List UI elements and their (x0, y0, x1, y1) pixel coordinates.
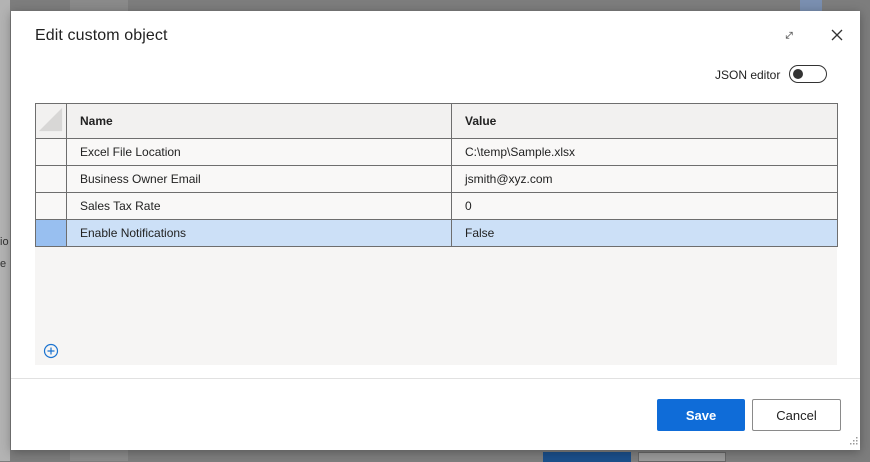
name-cell[interactable]: Enable Notifications (66, 219, 452, 247)
footer-divider (11, 378, 860, 379)
dialog-title: Edit custom object (35, 27, 168, 44)
background-panel (0, 0, 10, 461)
json-editor-label: JSON editor (715, 68, 781, 82)
table-row[interactable]: Sales Tax Rate 0 (35, 192, 838, 220)
column-header-value[interactable]: Value (451, 103, 838, 139)
table-row[interactable]: Business Owner Email jsmith@xyz.com (35, 165, 838, 193)
toggle-knob (793, 69, 803, 79)
properties-grid-area: Name Value Excel File Location C:\temp\S… (35, 103, 838, 365)
background-text-fragment: e (0, 258, 7, 270)
row-selector[interactable] (35, 219, 67, 247)
value-cell[interactable]: C:\temp\Sample.xlsx (451, 138, 838, 166)
json-editor-toggle[interactable] (789, 65, 827, 83)
properties-grid: Name Value Excel File Location C:\temp\S… (35, 103, 838, 247)
close-icon[interactable] (829, 27, 845, 43)
select-all-corner[interactable] (35, 103, 67, 139)
save-button[interactable]: Save (657, 399, 745, 431)
value-cell[interactable]: False (451, 219, 838, 247)
name-cell[interactable]: Business Owner Email (66, 165, 452, 193)
cancel-button[interactable]: Cancel (752, 399, 841, 431)
row-selector[interactable] (35, 138, 67, 166)
grid-header-row: Name Value (35, 103, 838, 139)
add-circle-icon[interactable] (43, 343, 59, 359)
corner-triangle-icon (38, 107, 63, 132)
expand-icon[interactable] (781, 27, 797, 43)
value-cell[interactable]: jsmith@xyz.com (451, 165, 838, 193)
background-text-fragment: io (0, 236, 9, 248)
name-cell[interactable]: Sales Tax Rate (66, 192, 452, 220)
row-selector[interactable] (35, 192, 67, 220)
column-header-name[interactable]: Name (66, 103, 452, 139)
resize-grip-icon[interactable] (847, 436, 859, 448)
row-selector[interactable] (35, 165, 67, 193)
table-row-selected[interactable]: Enable Notifications False (35, 219, 838, 247)
name-cell[interactable]: Excel File Location (66, 138, 452, 166)
value-cell[interactable]: 0 (451, 192, 838, 220)
table-row[interactable]: Excel File Location C:\temp\Sample.xlsx (35, 138, 838, 166)
edit-custom-object-dialog: Edit custom object JSON editor Name Valu… (11, 11, 860, 450)
